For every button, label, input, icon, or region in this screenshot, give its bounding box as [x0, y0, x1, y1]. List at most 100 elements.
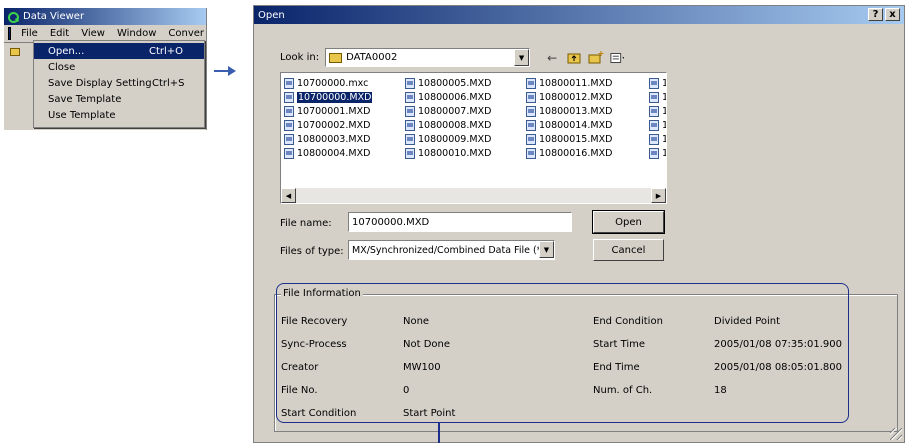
file-item[interactable]: 10800012.MXD	[526, 90, 612, 104]
files-of-type-label: Files of type:	[280, 246, 344, 257]
file-name-input[interactable]: 10700000.MXD	[348, 212, 572, 232]
file-column: 10800005.MXD 10800006.MXD 10800007.MXD 1…	[405, 76, 491, 160]
file-icon	[526, 77, 536, 89]
file-item[interactable]: 10800003.MXD	[284, 132, 372, 146]
file-icon	[284, 91, 294, 103]
close-button[interactable]: x	[885, 8, 900, 21]
file-icon	[526, 105, 536, 117]
file-item-selected[interactable]: 10700000.MXD	[284, 90, 373, 104]
menu-item-save-template[interactable]: Save Template	[34, 91, 204, 107]
menu-item-label: Use Template	[48, 109, 116, 121]
file-icon	[405, 133, 415, 145]
file-icon	[284, 133, 294, 145]
view-menu-icon[interactable]	[610, 51, 626, 65]
open-button[interactable]: Open	[592, 210, 665, 234]
file-item[interactable]: 1	[649, 104, 666, 118]
file-icon	[284, 147, 294, 159]
file-icon	[284, 77, 294, 89]
menu-item-label: Open...	[48, 45, 85, 57]
file-icon	[405, 77, 415, 89]
file-name-label: File name:	[280, 218, 332, 229]
file-item[interactable]: 10800013.MXD	[526, 104, 612, 118]
menu-item-close[interactable]: Close	[34, 59, 204, 75]
scroll-left-icon[interactable]: ◀	[281, 188, 296, 203]
menu-edit[interactable]: Edit	[48, 28, 71, 39]
chevron-down-icon[interactable]: ▼	[514, 49, 530, 66]
file-item[interactable]: 10800009.MXD	[405, 132, 491, 146]
file-item[interactable]: 1	[649, 146, 666, 160]
file-list[interactable]: 10700000.mxc 10700000.MXD 10700001.MXD 1…	[280, 72, 667, 204]
file-item[interactable]: 10700002.MXD	[284, 118, 372, 132]
file-icon	[405, 147, 415, 159]
file-item[interactable]: 10700001.MXD	[284, 104, 372, 118]
file-information-callout	[276, 283, 849, 423]
file-icon	[649, 105, 659, 117]
file-icon	[526, 133, 536, 145]
file-icon	[284, 119, 294, 131]
file-icon	[284, 105, 294, 117]
file-icon	[526, 91, 536, 103]
menu-convert[interactable]: Conver	[166, 28, 206, 39]
menu-file[interactable]: File	[19, 28, 40, 39]
menu-item-label: Save Display Setting	[48, 77, 152, 89]
file-column: 1 1 1 1 1 1	[649, 76, 666, 160]
back-arrow-icon[interactable]: ←	[544, 51, 560, 65]
file-item[interactable]: 10800006.MXD	[405, 90, 491, 104]
look-in-combobox[interactable]: DATA0002 ▼	[325, 48, 531, 67]
file-icon	[405, 119, 415, 131]
file-item[interactable]: 10800014.MXD	[526, 118, 612, 132]
resize-grip-icon[interactable]	[890, 428, 902, 440]
look-in-row: Look in: DATA0002 ▼ ←	[280, 48, 626, 67]
callout-line	[438, 423, 440, 443]
cancel-button[interactable]: Cancel	[593, 239, 664, 261]
file-item[interactable]: 10800008.MXD	[405, 118, 491, 132]
data-viewer-titlebar: Data Viewer	[4, 8, 206, 25]
file-icon	[526, 119, 536, 131]
data-viewer-title: Data Viewer	[23, 11, 85, 22]
files-of-type-select[interactable]: MX/Synchronized/Combined Data File (*.mx…	[348, 240, 555, 260]
menu-item-shortcut: Ctrl+S	[152, 77, 185, 89]
menu-item-use-template[interactable]: Use Template	[34, 107, 204, 123]
file-item[interactable]: 10800016.MXD	[526, 146, 612, 160]
file-menu-dropdown: Open... Ctrl+O Close Save Display Settin…	[33, 40, 205, 128]
menu-item-save-display-setting[interactable]: Save Display Setting Ctrl+S	[34, 75, 204, 91]
file-item[interactable]: 10800010.MXD	[405, 146, 491, 160]
menu-item-open[interactable]: Open... Ctrl+O	[34, 43, 204, 59]
folder-icon[interactable]	[10, 48, 20, 56]
document-icon[interactable]	[8, 27, 12, 40]
file-icon	[526, 147, 536, 159]
right-arrow-icon	[214, 66, 236, 76]
file-item[interactable]: 1	[649, 118, 666, 132]
look-in-value: DATA0002	[346, 52, 398, 63]
menu-item-shortcut: Ctrl+O	[149, 45, 184, 57]
file-item[interactable]: 1	[649, 90, 666, 104]
file-item[interactable]: 10800011.MXD	[526, 76, 612, 90]
file-icon	[649, 91, 659, 103]
file-icon	[649, 147, 659, 159]
help-button[interactable]: ?	[868, 8, 883, 21]
file-icon	[405, 91, 415, 103]
folder-icon	[329, 52, 343, 63]
horizontal-scrollbar[interactable]: ◀ ▶	[281, 188, 666, 203]
scroll-right-icon[interactable]: ▶	[651, 188, 666, 203]
menu-item-label: Close	[48, 61, 76, 73]
file-name-value: 10700000.MXD	[352, 216, 430, 228]
magnifier-app-icon	[7, 11, 19, 23]
file-item[interactable]: 10700000.mxc	[284, 76, 372, 90]
file-item[interactable]: 10800004.MXD	[284, 146, 372, 160]
file-icon	[405, 105, 415, 117]
menu-window[interactable]: Window	[115, 28, 158, 39]
up-folder-icon[interactable]	[566, 51, 582, 65]
file-column: 10700000.mxc 10700000.MXD 10700001.MXD 1…	[284, 76, 373, 160]
data-viewer-client-area	[4, 44, 34, 130]
file-item[interactable]: 1	[649, 76, 666, 90]
new-folder-icon[interactable]	[588, 51, 604, 65]
chevron-down-icon[interactable]: ▼	[539, 241, 554, 258]
menu-view[interactable]: View	[79, 28, 107, 39]
file-item[interactable]: 10800007.MXD	[405, 104, 491, 118]
file-item[interactable]: 10800005.MXD	[405, 76, 491, 90]
open-dialog-title: Open	[258, 9, 285, 21]
file-item[interactable]: 10800015.MXD	[526, 132, 612, 146]
file-item[interactable]: 1	[649, 132, 666, 146]
file-column: 10800011.MXD 10800012.MXD 10800013.MXD 1…	[526, 76, 612, 160]
